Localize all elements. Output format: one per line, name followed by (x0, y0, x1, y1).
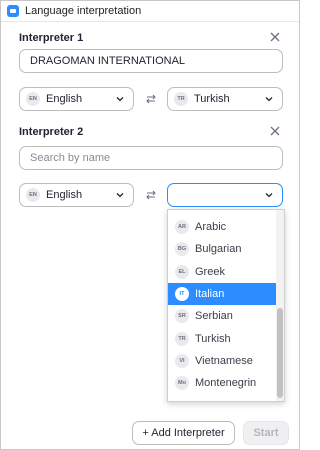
dropdown-item-vietnamese[interactable]: VI Vietnamese (168, 350, 276, 372)
remove-interpreter-1-close-icon[interactable] (269, 31, 281, 43)
language-code-badge: VI (175, 354, 189, 368)
dropdown-item-turkish[interactable]: TR Turkish (168, 328, 276, 350)
language-interpretation-window: Language interpretation Interpreter 1 DR… (0, 0, 301, 450)
zoom-app-icon (7, 5, 19, 17)
language-code-badge: TR (174, 92, 188, 106)
language-code-badge: SR (175, 309, 189, 323)
language-code-badge: BG (175, 242, 189, 256)
dropdown-item-label: Turkish (195, 333, 231, 345)
interpreter-2-from-language-label: English (46, 189, 83, 201)
chevron-down-icon (265, 193, 273, 198)
dropdown-item-label: Serbian (195, 310, 233, 322)
add-interpreter-button[interactable]: + Add Interpreter (132, 421, 235, 445)
interpreter-2-heading: Interpreter 2 (19, 126, 84, 138)
start-button[interactable]: Start (243, 421, 289, 445)
dropdown-item-label: Montenegrin (195, 377, 257, 389)
language-dropdown-list[interactable]: AR Arabic BG Bulgarian EL Greek IT Itali… (167, 209, 285, 402)
dropdown-item-italian[interactable]: IT Italian (168, 283, 276, 305)
dropdown-item-montenegrin[interactable]: Mo Montenegrin (168, 372, 276, 394)
swap-arrows-icon (146, 190, 156, 200)
dropdown-scrollbar-thumb[interactable] (277, 308, 283, 398)
language-code-badge: EL (175, 265, 189, 279)
interpreter-1-heading: Interpreter 1 (19, 32, 84, 44)
interpreter-1-from-language-label: English (46, 93, 83, 105)
interpreter-2-search-input[interactable]: Search by name (19, 146, 283, 170)
dropdown-item-label: Bulgarian (195, 243, 242, 255)
chevron-down-icon (265, 97, 273, 102)
chevron-down-icon (116, 97, 124, 102)
window-title: Language interpretation (25, 5, 142, 17)
chevron-down-icon (116, 193, 124, 198)
dropdown-item-serbian[interactable]: SR Serbian (168, 305, 276, 327)
language-code-badge: Mo (175, 376, 189, 390)
dropdown-item-label: Vietnamese (195, 355, 253, 367)
interpreter-2-from-language-select[interactable]: EN English (19, 183, 134, 207)
interpreter-1-to-language-select[interactable]: TR Turkish (167, 87, 283, 111)
interpreter-1-name-field[interactable]: DRAGOMAN INTERNATIONAL (19, 49, 283, 73)
dropdown-item-label: Italian (195, 288, 225, 300)
dropdown-item-arabic[interactable]: AR Arabic (168, 216, 276, 238)
language-code-badge: TR (175, 332, 189, 346)
remove-interpreter-2-close-icon[interactable] (269, 125, 281, 137)
dropdown-item-bulgarian[interactable]: BG Bulgarian (168, 238, 276, 260)
language-code-badge: IT (175, 287, 189, 301)
interpreter-1-to-language-label: Turkish (194, 93, 230, 105)
interpreter-2-to-language-select[interactable] (167, 183, 283, 207)
language-code-badge: EN (26, 188, 40, 202)
language-code-badge: EN (26, 92, 40, 106)
dropdown-item-label: Greek (195, 266, 225, 278)
swap-arrows-icon (146, 94, 156, 104)
interpreter-1-from-language-select[interactable]: EN English (19, 87, 134, 111)
title-bar: Language interpretation (1, 1, 301, 22)
language-code-badge: AR (175, 220, 189, 234)
dropdown-item-label: Arabic (195, 221, 227, 233)
dropdown-item-greek[interactable]: EL Greek (168, 261, 276, 283)
